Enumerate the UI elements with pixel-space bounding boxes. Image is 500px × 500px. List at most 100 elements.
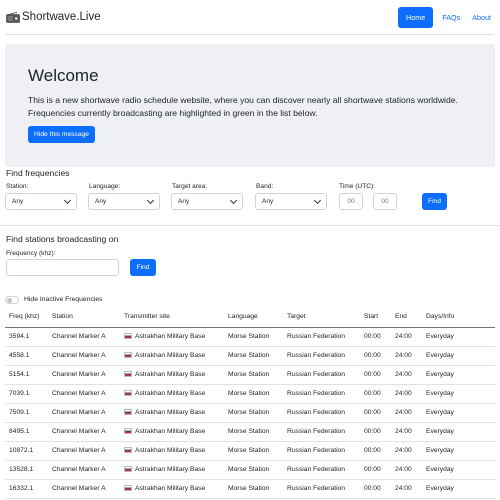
cell-start: 00:00 [360,327,391,347]
cell-station: Channel Marker A [48,384,120,404]
table-row[interactable]: 7039.1 Channel Marker A Astrakhan Milita… [5,384,495,404]
main-nav: Home FAQs About [398,6,494,28]
welcome-banner: Welcome This is a new shortwave radio sc… [5,44,495,167]
cell-language: Morse Station [224,460,283,480]
cell-target: Russian Federation [283,365,360,385]
brand-name: Shortwave.Live [22,11,101,23]
cell-station: Channel Marker A [48,365,120,385]
station-select[interactable]: Any [5,193,77,210]
header-language[interactable]: Language [224,307,283,328]
cell-transmitter-site: Astrakhan Military Base [120,384,224,404]
cell-freq: 4558.1 [5,346,48,366]
cell-days-info: Everyday [422,479,495,499]
table-row[interactable]: 8495.1 Channel Marker A Astrakhan Milita… [5,422,495,442]
cell-days-info: Everyday [422,403,495,423]
chevron-down-icon [313,196,322,204]
table-row[interactable]: 5154.1 Channel Marker A Astrakhan Milita… [5,365,495,385]
cell-start: 00:00 [360,365,391,385]
station-select-value: Any [12,198,24,205]
transmitter-site-text: Astrakhan Military Base [135,428,206,435]
cell-freq: 7509.1 [5,403,48,423]
table-header-row: Freq (khz) Station Transmitter site Lang… [5,307,495,328]
transmitter-site-text: Astrakhan Military Base [135,333,206,340]
cell-language: Morse Station [224,479,283,499]
find-frequencies-title: Find frequencies [6,168,70,178]
band-select[interactable]: Any [255,193,327,210]
header-end[interactable]: End [391,307,422,328]
table-row[interactable]: 16332.1 Channel Marker A Astrakhan Milit… [5,479,495,499]
header-start[interactable]: Start [360,307,391,328]
cell-transmitter-site: Astrakhan Military Base [120,365,224,385]
cell-end: 24:00 [391,327,422,347]
brand[interactable]: Shortwave.Live [6,11,101,23]
time-minute-input[interactable]: 00 [373,193,397,210]
table-row[interactable]: 13528.1 Channel Marker A Astrakhan Milit… [5,460,495,480]
cell-days-info: Everyday [422,422,495,442]
language-select[interactable]: Any [88,193,160,210]
cell-end: 24:00 [391,460,422,480]
cell-language: Morse Station [224,441,283,461]
russia-flag-icon [124,428,132,434]
cell-language: Morse Station [224,384,283,404]
transmitter-site-text: Astrakhan Military Base [135,447,206,454]
table-row[interactable]: 7509.1 Channel Marker A Astrakhan Milita… [5,403,495,423]
transmitter-site-text: Astrakhan Military Base [135,409,206,416]
nav-home[interactable]: Home [398,6,434,28]
cell-end: 24:00 [391,441,422,461]
cell-language: Morse Station [224,327,283,347]
header-freq[interactable]: Freq (khz) [5,307,48,328]
nav-about[interactable]: About [469,9,494,26]
target-area-select[interactable]: Any [171,193,243,210]
russia-flag-icon [124,485,132,491]
cell-freq: 7039.1 [5,384,48,404]
header-days-info[interactable]: Days/Info [422,307,495,328]
cell-target: Russian Federation [283,441,360,461]
frequency-input[interactable] [6,259,119,276]
time-hour-input[interactable]: 00 [339,193,363,210]
table-row[interactable]: 4558.1 Channel Marker A Astrakhan Milita… [5,346,495,366]
nav-faqs[interactable]: FAQs [439,9,463,26]
time-label: Time (UTC): [339,183,376,190]
cell-station: Channel Marker A [48,479,120,499]
cell-transmitter-site: Astrakhan Military Base [120,327,224,347]
cell-start: 00:00 [360,422,391,442]
cell-target: Russian Federation [283,327,360,347]
cell-transmitter-site: Astrakhan Military Base [120,403,224,423]
cell-freq: 16332.1 [5,479,48,499]
cell-target: Russian Federation [283,479,360,499]
cell-end: 24:00 [391,479,422,499]
russia-flag-icon [124,390,132,396]
frequency-table: Freq (khz) Station Transmitter site Lang… [5,307,495,499]
hide-message-button[interactable]: Hide this message [28,126,96,143]
station-label: Station: [6,183,29,190]
find-stations-button[interactable]: Find [130,259,156,276]
hide-inactive-toggle[interactable] [5,296,19,304]
header-station[interactable]: Station [48,307,120,328]
cell-freq: 5154.1 [5,365,48,385]
header-transmitter-site[interactable]: Transmitter site [120,307,224,328]
cell-start: 00:00 [360,403,391,423]
cell-days-info: Everyday [422,365,495,385]
cell-target: Russian Federation [283,422,360,442]
find-frequencies-button[interactable]: Find [422,193,447,210]
cell-station: Channel Marker A [48,403,120,423]
band-label: Band: [256,183,274,190]
cell-transmitter-site: Astrakhan Military Base [120,422,224,442]
cell-end: 24:00 [391,422,422,442]
table-row[interactable]: 3594.1 Channel Marker A Astrakhan Milita… [5,327,495,347]
cell-station: Channel Marker A [48,346,120,366]
cell-station: Channel Marker A [48,422,120,442]
russia-flag-icon [124,466,132,472]
transmitter-site-text: Astrakhan Military Base [135,466,206,473]
cell-start: 00:00 [360,384,391,404]
table-row[interactable]: 10872.1 Channel Marker A Astrakhan Milit… [5,441,495,461]
cell-language: Morse Station [224,346,283,366]
cell-start: 00:00 [360,441,391,461]
cell-language: Morse Station [224,422,283,442]
cell-target: Russian Federation [283,346,360,366]
cell-start: 00:00 [360,479,391,499]
transmitter-site-text: Astrakhan Military Base [135,390,206,397]
radio-icon [6,11,20,23]
header-target[interactable]: Target [283,307,360,328]
cell-transmitter-site: Astrakhan Military Base [120,460,224,480]
